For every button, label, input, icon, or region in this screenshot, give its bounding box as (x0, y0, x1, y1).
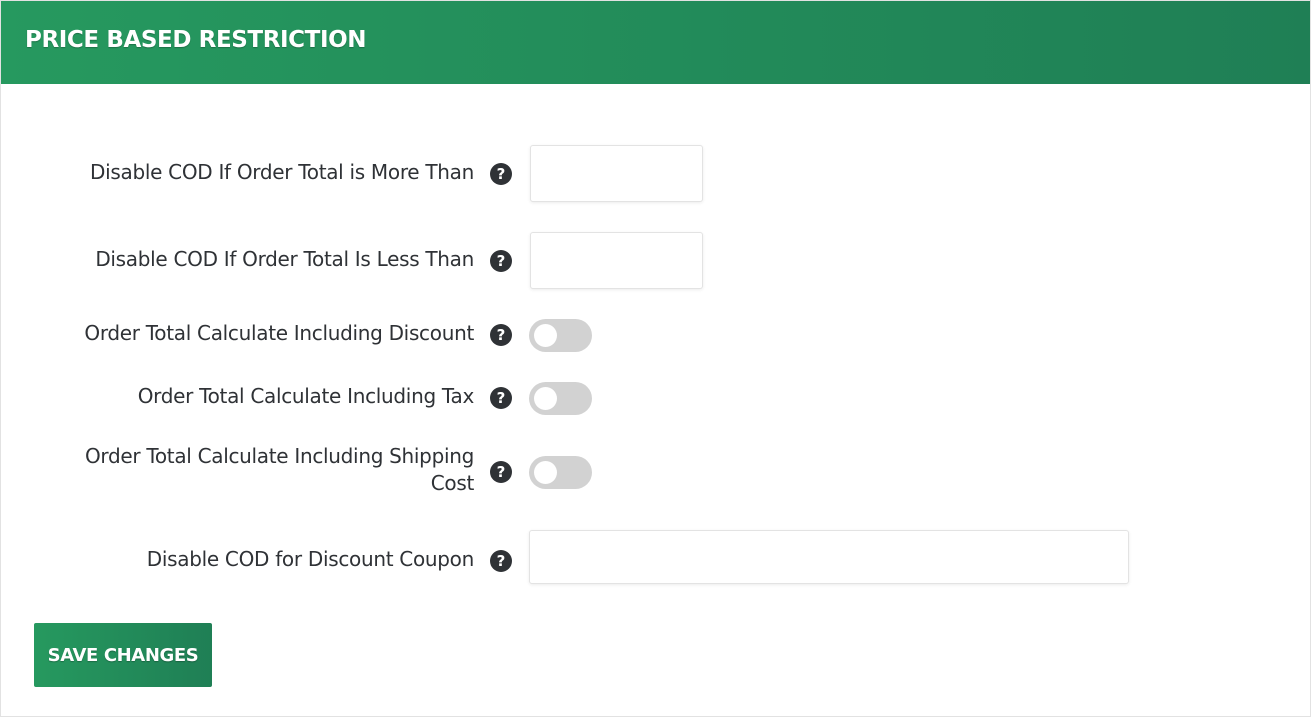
including-discount-toggle[interactable] (529, 319, 592, 352)
including-tax-label: Order Total Calculate Including Tax (137, 384, 475, 408)
including-discount-label: Order Total Calculate Including Discount (84, 321, 474, 345)
including-tax-toggle[interactable] (529, 382, 592, 415)
question-circle-icon[interactable]: ? (490, 550, 512, 572)
order-total-less-than-input[interactable] (530, 232, 703, 289)
toggle-knob (534, 387, 557, 410)
question-circle-icon[interactable]: ? (490, 250, 512, 272)
toggle-knob (534, 324, 557, 347)
order-total-more-than-input[interactable] (530, 145, 703, 202)
question-circle-icon[interactable]: ? (490, 461, 512, 483)
discount-coupon-label: Disable COD for Discount Coupon (146, 547, 475, 571)
including-shipping-toggle[interactable] (529, 456, 592, 489)
question-circle-icon[interactable]: ? (490, 387, 512, 409)
order-total-less-than-label: Disable COD If Order Total Is Less Than (95, 247, 474, 271)
discount-coupon-input[interactable] (529, 530, 1129, 584)
question-circle-icon[interactable]: ? (490, 324, 512, 346)
price-restriction-panel: PRICE BASED RESTRICTION Disable COD If O… (0, 0, 1311, 717)
including-shipping-label-line2: Cost (430, 471, 475, 495)
panel-header: PRICE BASED RESTRICTION (1, 1, 1310, 84)
toggle-knob (534, 461, 557, 484)
including-shipping-label-line1: Order Total Calculate Including Shipping (84, 444, 474, 468)
order-total-more-than-label: Disable COD If Order Total is More Than (90, 160, 474, 184)
save-changes-button[interactable]: SAVE CHANGES (34, 623, 212, 687)
page-title: PRICE BASED RESTRICTION (25, 27, 367, 53)
including-shipping-label: Order Total Calculate Including Shipping… (14, 443, 474, 497)
question-circle-icon[interactable]: ? (490, 163, 512, 185)
